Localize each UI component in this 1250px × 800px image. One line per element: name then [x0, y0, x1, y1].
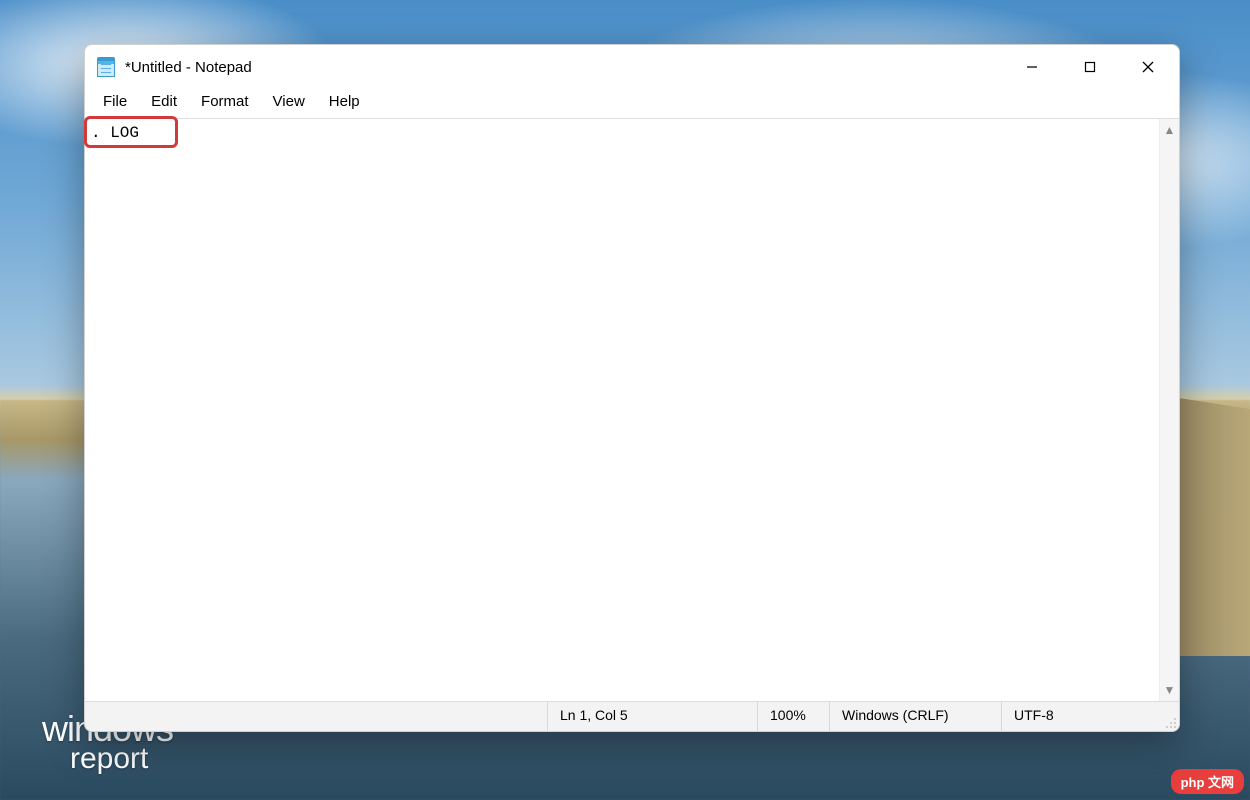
status-position: Ln 1, Col 5 [547, 702, 757, 731]
watermark-php: php 文网 [1171, 769, 1244, 794]
menu-edit[interactable]: Edit [139, 90, 189, 113]
window-controls [1003, 45, 1177, 89]
watermark-line2: report [70, 745, 173, 772]
vertical-scrollbar[interactable]: ▲ ▼ [1159, 119, 1179, 701]
menu-file[interactable]: File [91, 90, 139, 113]
maximize-button[interactable] [1061, 45, 1119, 89]
status-line-ending: Windows (CRLF) [829, 702, 1001, 731]
menu-help[interactable]: Help [317, 90, 372, 113]
window-title: *Untitled - Notepad [125, 59, 252, 76]
resize-grip[interactable] [1161, 702, 1179, 731]
titlebar[interactable]: *Untitled - Notepad [85, 45, 1179, 89]
status-spacer [85, 702, 547, 731]
statusbar: Ln 1, Col 5 100% Windows (CRLF) UTF-8 [85, 701, 1179, 731]
editor-area: ▲ ▼ [85, 119, 1179, 701]
menu-format[interactable]: Format [189, 90, 261, 113]
minimize-button[interactable] [1003, 45, 1061, 89]
scroll-down-icon[interactable]: ▼ [1164, 683, 1176, 697]
close-icon [1142, 61, 1154, 73]
menu-view[interactable]: View [261, 90, 317, 113]
notepad-icon [97, 57, 115, 77]
status-encoding: UTF-8 [1001, 702, 1161, 731]
scroll-up-icon[interactable]: ▲ [1164, 123, 1176, 137]
text-editor[interactable] [85, 119, 1159, 701]
minimize-icon [1026, 61, 1038, 73]
notepad-window: *Untitled - Notepad File Edit Format Vie… [84, 44, 1180, 732]
resize-grip-icon [1165, 717, 1177, 729]
menubar: File Edit Format View Help [85, 89, 1179, 119]
maximize-icon [1084, 61, 1096, 73]
close-button[interactable] [1119, 45, 1177, 89]
status-zoom: 100% [757, 702, 829, 731]
